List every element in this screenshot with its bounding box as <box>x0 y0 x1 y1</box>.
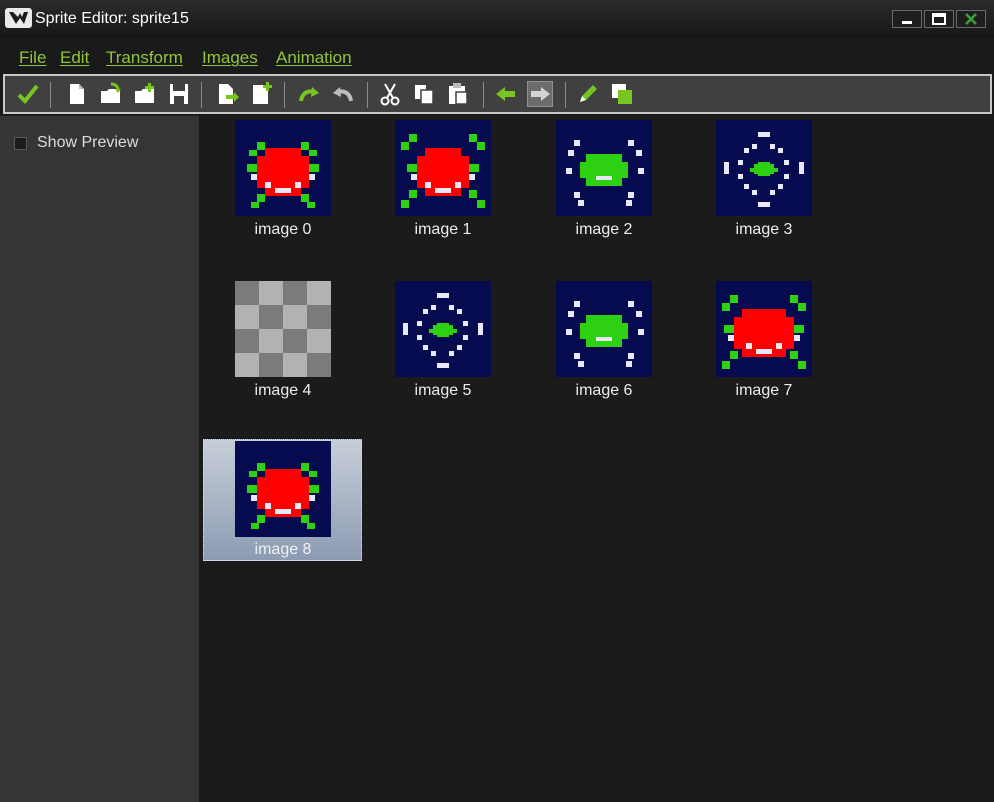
sprite-label: image 1 <box>414 221 472 238</box>
sprite-label: image 6 <box>575 382 633 399</box>
shift-right-button[interactable] <box>527 81 553 107</box>
sprite-image <box>235 120 331 216</box>
add-from-file-icon <box>135 83 154 103</box>
edit-image-icon <box>580 85 597 102</box>
sprite-thumbnail[interactable]: image 3 <box>716 120 812 238</box>
add-empty-after-button[interactable] <box>248 81 274 107</box>
shift-right-icon <box>531 87 550 101</box>
save-button[interactable] <box>166 81 192 107</box>
sprite-thumbnail[interactable]: image 7 <box>716 281 812 399</box>
sprite-thumbnail[interactable]: image 6 <box>556 281 652 399</box>
toolbar <box>3 74 992 114</box>
undo-button[interactable] <box>296 81 322 107</box>
menu-file[interactable]: File <box>19 48 46 68</box>
window-title: Sprite Editor: sprite15 <box>35 10 189 27</box>
open-icon <box>101 82 121 103</box>
gamemaker-logo-icon <box>5 8 32 28</box>
sprite-label: image 8 <box>254 541 312 558</box>
sprite-image <box>716 281 812 377</box>
new-icon <box>70 84 84 104</box>
menu-bar: File Edit Transform Images Animation <box>0 44 994 70</box>
sprite-thumbnail[interactable]: image 2 <box>556 120 652 238</box>
resize-canvas-icon <box>612 84 632 104</box>
copy-button[interactable] <box>411 81 437 107</box>
add-empty-before-icon <box>219 84 239 104</box>
sprite-label: image 4 <box>254 382 312 399</box>
menu-animation[interactable]: Animation <box>276 48 352 68</box>
add-empty-after-icon <box>253 82 272 104</box>
add-empty-before-button[interactable] <box>214 81 240 107</box>
sprite-label: image 2 <box>575 221 633 238</box>
sprite-image <box>395 120 491 216</box>
show-preview-label[interactable]: Show Preview <box>37 134 138 152</box>
sprite-thumbnail[interactable]: image 8 <box>235 441 331 558</box>
sprite-thumbnail[interactable]: image 0 <box>235 120 331 238</box>
cut-button[interactable] <box>377 81 403 107</box>
edit-image-button[interactable] <box>575 81 601 107</box>
sprite-image <box>395 281 491 377</box>
side-panel <box>0 116 199 802</box>
show-preview-checkbox[interactable] <box>14 137 27 150</box>
redo-icon <box>333 87 353 102</box>
paste-button[interactable] <box>445 81 471 107</box>
sprite-image <box>556 281 652 377</box>
paste-icon <box>449 83 468 105</box>
undo-icon <box>299 87 319 102</box>
shift-left-icon <box>496 87 515 101</box>
sprite-image <box>235 441 331 537</box>
close-button[interactable] <box>956 10 986 28</box>
menu-edit[interactable]: Edit <box>60 48 89 68</box>
minimize-button[interactable] <box>892 10 922 28</box>
sprite-thumbnail[interactable]: image 4 <box>235 281 331 399</box>
save-icon <box>170 84 188 104</box>
menu-images[interactable]: Images <box>202 48 258 68</box>
sprite-image <box>716 120 812 216</box>
sprite-thumbnail[interactable]: image 5 <box>395 281 491 399</box>
shift-left-button[interactable] <box>493 81 519 107</box>
sprite-label: image 0 <box>254 221 312 238</box>
resize-canvas-button[interactable] <box>609 81 635 107</box>
sprite-label: image 7 <box>735 382 793 399</box>
sprite-image <box>556 120 652 216</box>
sprite-image <box>235 281 331 377</box>
sprite-label: image 3 <box>735 221 793 238</box>
sprite-label: image 5 <box>414 382 472 399</box>
copy-icon <box>415 85 434 105</box>
add-from-file-button[interactable] <box>132 81 158 107</box>
redo-button[interactable] <box>330 81 356 107</box>
confirm-icon <box>17 84 39 104</box>
menu-transform[interactable]: Transform <box>106 48 183 68</box>
sprite-thumbnail[interactable]: image 1 <box>395 120 491 238</box>
new-sprite-button[interactable] <box>64 81 90 107</box>
maximize-button[interactable] <box>924 10 954 28</box>
title-bar: Sprite Editor: sprite15 <box>0 0 994 38</box>
open-button[interactable] <box>98 81 124 107</box>
confirm-button[interactable] <box>15 81 41 107</box>
cut-icon <box>380 83 400 106</box>
